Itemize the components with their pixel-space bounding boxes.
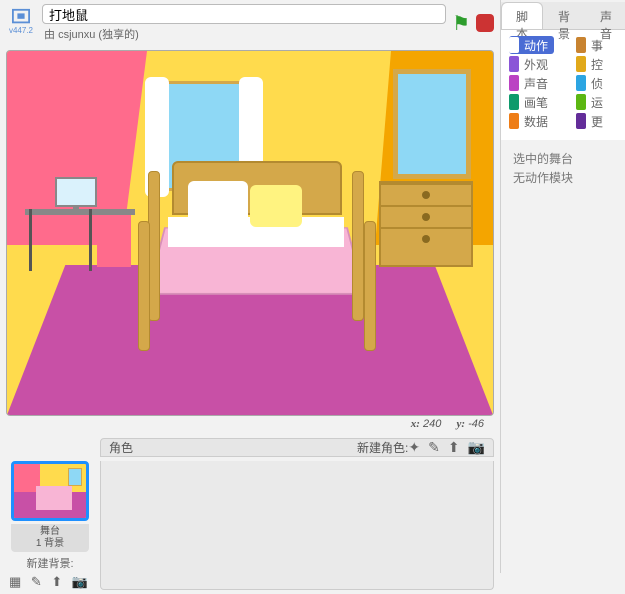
stage-thumb-label: 舞台 1 背景 [11,524,89,552]
fullscreen-icon[interactable]: v447.2 [6,8,36,38]
tab-backdrops[interactable]: 背景 [543,2,585,29]
category-运[interactable]: 运 [576,93,603,111]
sprite-library-icon[interactable]: ✦ [408,439,420,456]
stage-thumbnail[interactable] [11,461,89,521]
category-数据[interactable]: 数据 [509,112,554,130]
header: v447.2 由 csjunxu (独享的) ⚑ [0,0,500,46]
project-byline: 由 csjunxu (独享的) [42,26,446,42]
category-palette: 动作外观声音画笔数据 事控侦运更 [501,30,625,140]
blocks-area: 选中的舞台 无动作模块 [501,140,625,198]
sprite-list[interactable] [100,461,494,590]
category-外观[interactable]: 外观 [509,55,554,73]
new-backdrop-label: 新建背景: [26,555,73,571]
green-flag-icon[interactable]: ⚑ [452,11,470,36]
project-title-input[interactable] [42,4,446,24]
sprite-bar-label: 角色 [109,439,357,456]
tabs: 脚本 背景 声音 [501,2,625,30]
category-动作[interactable]: 动作 [509,36,554,54]
sprite-paint-icon[interactable]: ✎ [428,439,440,456]
category-声音[interactable]: 声音 [509,74,554,92]
new-sprite-label: 新建角色: [357,439,408,456]
sprite-upload-icon[interactable]: ⬆ [448,439,460,456]
category-事[interactable]: 事 [576,36,603,54]
stop-button[interactable] [476,14,494,32]
stage[interactable] [6,50,494,416]
category-侦[interactable]: 侦 [576,74,603,92]
category-控[interactable]: 控 [576,55,603,73]
sprite-camera-icon[interactable]: 📷 [468,439,485,456]
sprite-bar: 角色 新建角色: ✦ ✎ ⬆ 📷 [100,438,494,457]
category-更[interactable]: 更 [576,112,603,130]
stage-coordinates: x:240 y:-46 [6,416,494,436]
new-backdrop-tools[interactable]: ▦ ✎ ⬆ 📷 [9,574,91,590]
tab-scripts[interactable]: 脚本 [501,2,543,29]
category-画笔[interactable]: 画笔 [509,93,554,111]
tab-sounds[interactable]: 声音 [585,2,625,29]
